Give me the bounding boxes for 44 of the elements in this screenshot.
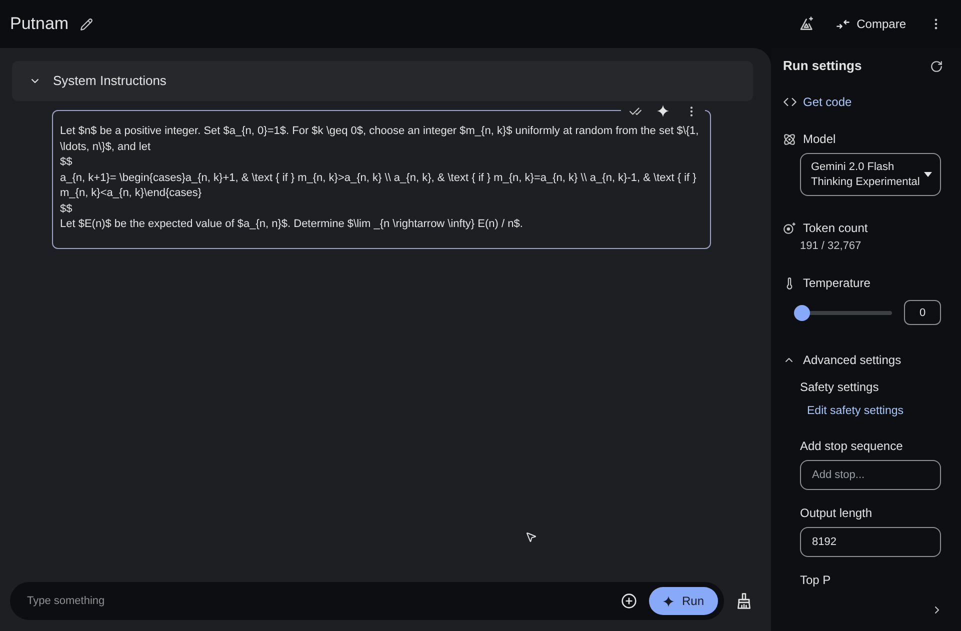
edit-safety-settings-link[interactable]: Edit safety settings: [807, 403, 904, 421]
temperature-input[interactable]: 0: [904, 300, 941, 325]
compare-button[interactable]: Compare: [836, 10, 906, 38]
dropdown-caret-icon: [924, 172, 932, 177]
add-button[interactable]: [620, 592, 638, 610]
atom-icon: [783, 132, 796, 146]
advanced-settings-toggle[interactable]: Advanced settings: [783, 351, 902, 369]
get-code-link[interactable]: Get code: [783, 93, 852, 111]
target-icon: [783, 222, 796, 234]
prompt-input[interactable]: Type something: [27, 587, 612, 615]
clear-button[interactable]: [735, 592, 753, 610]
output-length-input[interactable]: 8192: [800, 527, 941, 557]
instructions-field[interactable]: Let $n$ be a positive integer. Set $a_{n, 0}=1$. For $k \geq 0$, choose an integer $m_{n, k}$ uniformly at random from the set $\{1, \ldots, n\}$, and let $$ a_{n, k+1}= \begin{cases}a_{n, k}+1, & \text { if } m_{n, k}>a_{n, k} \\ a_{n, k}, & \text { if } m_{n, k}=a_{n, k} \\ a_{n, k}-1, & \text { if } m_{n, k}<a_{n, k}\end{cases} $$ Let $E(n)$ be the expected value of $a_{n, n}$. Determine $\lim _{n \rightarrow \infty} E(n) / n$.: [52, 110, 711, 248]
temperature-label: Temperature: [803, 275, 870, 292]
arrows-icon: [836, 17, 850, 31]
system-instructions-header[interactable]: System Instructions: [12, 61, 753, 101]
refresh-icon: [930, 60, 942, 72]
triangle-icon: [798, 16, 815, 32]
edit-title-button[interactable]: [78, 16, 95, 32]
prompt-bar[interactable]: Type something Run: [10, 582, 724, 620]
reset-button[interactable]: [928, 58, 944, 74]
model-label: Model: [803, 131, 836, 148]
pencil-icon: [80, 18, 94, 30]
token-count-value: 191 / 32,767: [800, 238, 862, 254]
code-icon: [783, 95, 797, 109]
thinking-button[interactable]: [798, 15, 816, 33]
token-count-label: Token count: [803, 220, 868, 237]
slider-thumb[interactable]: [794, 304, 810, 320]
plus-circle-icon: [620, 593, 637, 609]
top-p-label: Top P: [800, 572, 831, 589]
sparkle-icon: [657, 105, 669, 117]
safety-settings-label: Safety settings: [800, 379, 879, 396]
stop-sequence-input[interactable]: Add stop...: [800, 460, 941, 490]
run-button[interactable]: Run: [648, 587, 718, 615]
stop-sequence-label: Add stop sequence: [800, 438, 903, 455]
broom-icon: [736, 593, 752, 609]
model-select[interactable]: Gemini 2.0 Flash Thinking Experimental: [800, 153, 941, 196]
run-settings-title: Run settings: [783, 57, 862, 76]
output-length-label: Output length: [800, 505, 872, 522]
mouse-pointer-icon: [525, 531, 537, 543]
sparkle-button[interactable]: [655, 104, 671, 118]
page-title: Putnam: [10, 13, 69, 35]
double-check-icon: [628, 104, 642, 118]
sparkle-icon: [662, 596, 674, 606]
